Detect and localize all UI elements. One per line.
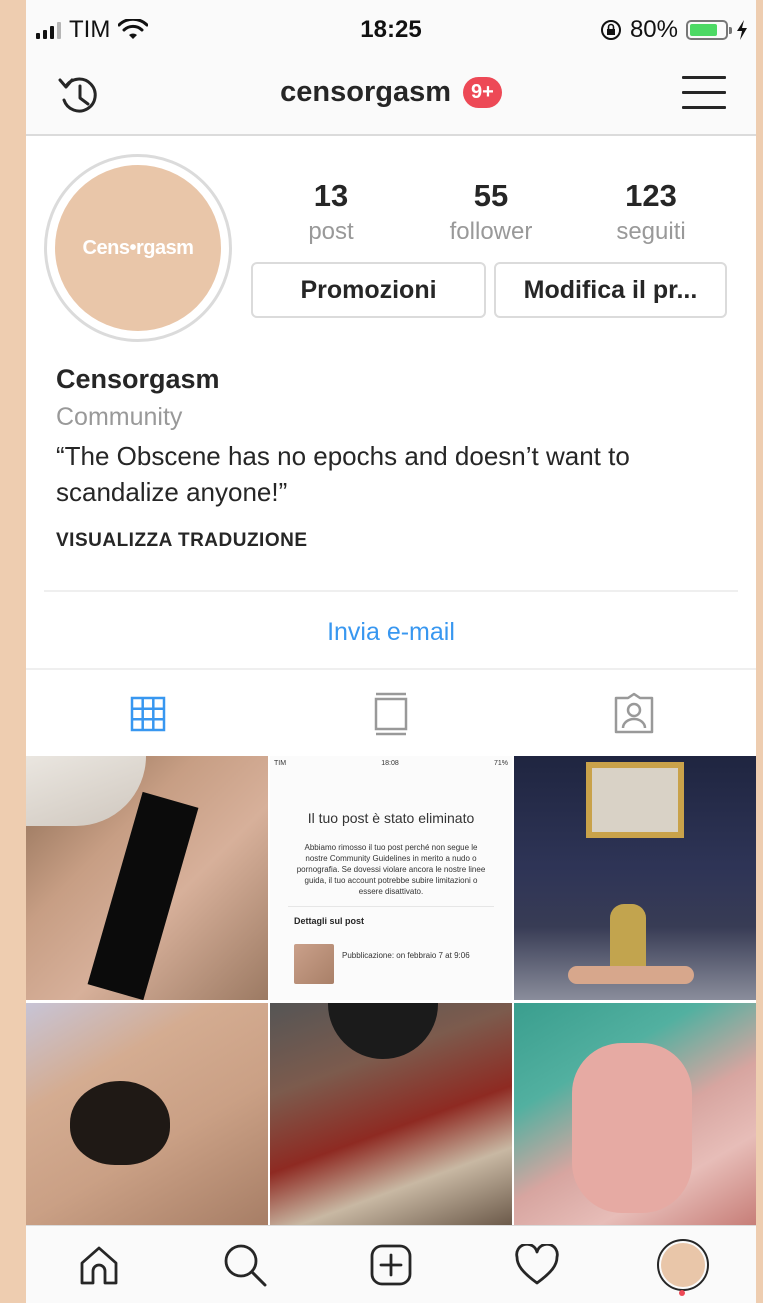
tab-tagged[interactable] — [513, 672, 756, 756]
divider — [288, 906, 494, 907]
tab-list[interactable] — [269, 672, 512, 756]
search-icon — [224, 1244, 267, 1286]
grid-post-1[interactable] — [26, 756, 268, 1000]
list-view-icon — [374, 692, 408, 736]
post-screenshot-time: 18:08 — [381, 760, 399, 767]
grid-post-3[interactable] — [514, 756, 756, 1000]
post-image-detail — [70, 1081, 170, 1165]
profile-header: censorgasm 9+ — [26, 58, 756, 136]
photo-grid: TIM 18:08 71% Il tuo post è stato elimin… — [26, 756, 756, 1225]
stat-posts-label: post — [308, 218, 354, 245]
status-bar: TIM 18:25 80% — [26, 0, 756, 58]
battery-percent: 80% — [629, 16, 678, 43]
grid-post-2[interactable]: TIM 18:08 71% Il tuo post è stato elimin… — [270, 756, 512, 1000]
post-removed-title: Il tuo post è stato eliminato — [307, 810, 475, 826]
painting-frame — [586, 762, 684, 838]
post-screenshot-battery: 71% — [493, 760, 508, 767]
post-screenshot-status: TIM 18:08 71% — [274, 760, 508, 767]
username: censorgasm — [280, 76, 451, 108]
see-translation-link[interactable]: VISUALIZZA TRADUZIONE — [56, 530, 736, 552]
post-image-detail — [26, 756, 146, 826]
post-image-detail — [572, 1043, 692, 1213]
post-removed-body: Abbiamo rimosso il tuo post perché non s… — [296, 843, 486, 896]
divider — [26, 668, 756, 670]
profile-category: Community — [56, 403, 183, 431]
edit-profile-button[interactable]: Modifica il pr... — [494, 262, 727, 318]
status-right: 80% — [600, 16, 748, 44]
rotation-lock-icon — [600, 20, 621, 40]
stat-following-label: seguiti — [616, 218, 686, 245]
grid-post-4[interactable] — [26, 1003, 268, 1225]
nav-search[interactable] — [172, 1226, 318, 1303]
home-icon — [80, 1246, 118, 1284]
notification-dot — [679, 1290, 685, 1296]
post-screenshot-carrier: TIM — [274, 760, 287, 767]
stat-followers-label: follower — [449, 218, 533, 245]
post-image-detail — [568, 966, 694, 984]
heart-icon — [515, 1243, 559, 1284]
stat-followers-value: 55 — [473, 178, 509, 213]
promotions-button[interactable]: Promozioni — [251, 262, 486, 318]
grid-post-5[interactable] — [270, 1003, 512, 1225]
post-thumbnail — [294, 944, 334, 984]
stat-following[interactable]: 123 seguiti — [571, 178, 731, 246]
profile-name: Censorgasm — [56, 364, 220, 394]
profile-tabs — [26, 672, 756, 756]
notification-badge: 9+ — [463, 77, 502, 108]
tab-grid[interactable] — [26, 672, 269, 756]
stat-followers[interactable]: 55 follower — [411, 178, 571, 246]
nav-activity[interactable] — [464, 1226, 610, 1303]
bottom-navigation — [26, 1225, 756, 1303]
tagged-photos-icon — [615, 692, 654, 734]
stat-posts[interactable]: 13 post — [251, 178, 411, 246]
censor-bar — [87, 791, 199, 1000]
stat-following-value: 123 — [625, 178, 677, 213]
email-button[interactable]: Invia e-mail — [26, 618, 756, 647]
grid-icon — [130, 696, 165, 732]
profile-avatar-icon — [657, 1238, 709, 1291]
add-post-icon — [370, 1244, 412, 1285]
menu-icon[interactable] — [682, 76, 726, 114]
avatar-logo: Cens•rgasm — [55, 165, 221, 331]
grid-post-6[interactable] — [514, 1003, 756, 1225]
nav-new-post[interactable] — [318, 1226, 464, 1303]
battery-icon — [686, 20, 732, 40]
profile-stats: 13 post 55 follower 123 seguiti — [251, 178, 731, 246]
username-title[interactable]: censorgasm 9+ — [26, 76, 756, 109]
post-details-heading: Dettagli sul post — [294, 916, 365, 926]
charging-icon — [737, 20, 747, 40]
bio-text: “The Obscene has no epochs and doesn’t w… — [56, 441, 630, 507]
profile-avatar[interactable]: Cens•rgasm — [44, 154, 232, 342]
nav-home[interactable] — [26, 1226, 172, 1303]
divider — [44, 590, 738, 592]
post-published-date: Pubblicazione: on febbraio 7 at 9:06 — [342, 951, 470, 960]
post-image-detail — [328, 1003, 438, 1059]
phone-screen: TIM 18:25 80% censorgasm 9+ Cens•rgasm 1… — [26, 0, 756, 1303]
profile-bio: Censorgasm Community “The Obscene has no… — [56, 364, 736, 552]
stat-posts-value: 13 — [313, 178, 349, 213]
